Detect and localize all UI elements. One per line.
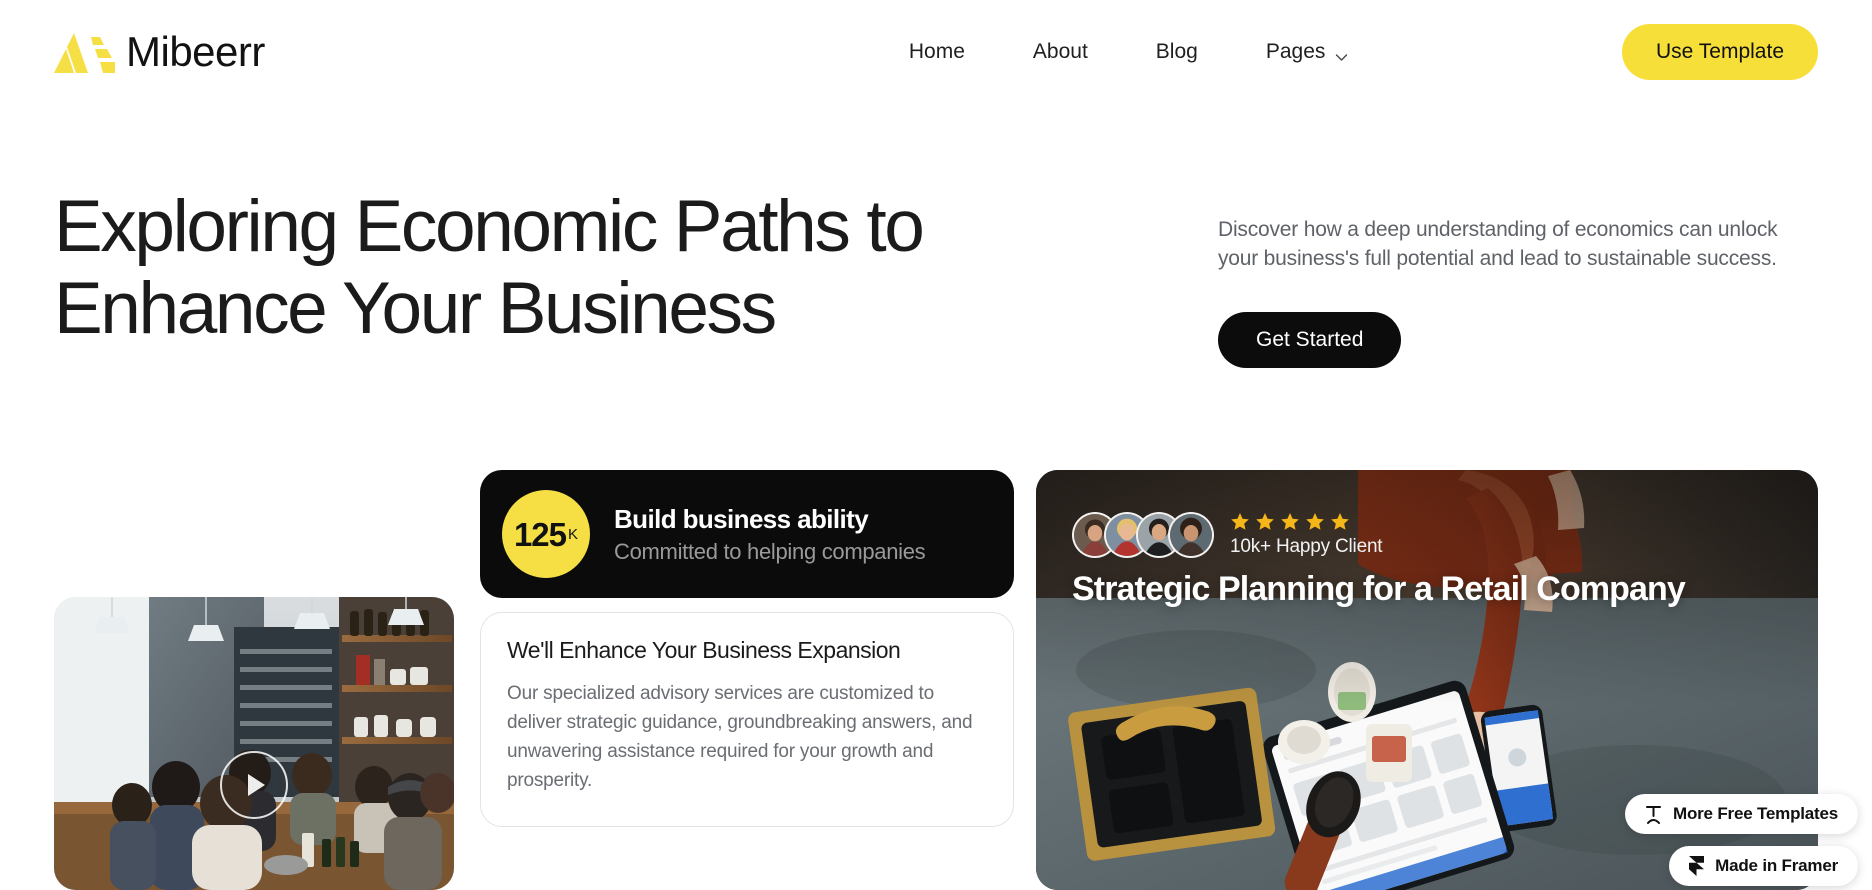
brand-name: Mibeerr [126,28,265,75]
happy-clients-label: 10k+ Happy Client [1230,536,1383,557]
hero-section: Exploring Economic Paths to Enhance Your… [0,186,1872,368]
main-nav: Home About Blog Pages [875,40,1383,64]
cafe-meeting-photo [54,597,454,890]
hero-aside: Discover how a deep understanding of eco… [1218,186,1818,368]
mibeerr-mountain-logo-icon [54,31,116,73]
avatar-group [1072,512,1214,558]
video-photo-card[interactable] [54,597,454,890]
star-rating [1230,512,1382,532]
framer-templates-icon [1645,805,1662,824]
star-icon [1255,512,1275,532]
get-started-button[interactable]: Get Started [1218,311,1402,368]
play-icon [248,773,265,796]
avatar [1168,512,1214,558]
nav-item-label: Pages [1265,40,1326,63]
play-button[interactable] [220,750,288,819]
stat-number: 125 [513,515,567,553]
stat-unit: K [568,525,579,543]
nav-item-blog[interactable]: Blog [1122,40,1232,64]
stat-title: Build business ability [614,503,869,534]
page-title: Exploring Economic Paths to Enhance Your… [54,186,925,349]
nav-item-label: Blog [1155,40,1198,63]
nav-item-label: Home [908,40,965,63]
chevron-down-icon [1335,46,1348,61]
stat-badge: 125 K [502,490,590,578]
stat-card: 125 K Build business ability Committed to… [480,470,1014,598]
middle-column: 125 K Build business ability Committed to… [480,470,1014,827]
star-icon [1230,512,1250,532]
made-in-framer-badge[interactable]: Made in Framer [1669,846,1858,886]
cards-section: 125 K Build business ability Committed to… [0,470,1872,890]
use-template-button[interactable]: Use Template [1621,24,1818,80]
feature-card-title: Strategic Planning for a Retail Company [1072,570,1686,608]
info-card: We'll Enhance Your Business Expansion Ou… [480,612,1014,827]
rating-text: 10k+ Happy Client [1230,512,1383,558]
nav-item-pages[interactable]: Pages [1232,40,1383,64]
star-icon [1330,512,1350,532]
site-header: Mibeerr Home About Blog Pages Use Templa… [0,0,1872,104]
nav-item-about[interactable]: About [999,40,1122,64]
nav-item-label: About [1032,40,1088,63]
badge-label: Made in Framer [1715,856,1838,875]
badge-label: More Free Templates [1673,804,1838,823]
more-free-templates-badge[interactable]: More Free Templates [1625,794,1858,834]
stat-text: Build business ability Committed to help… [614,503,926,566]
stat-description: Committed to helping companies [614,539,926,565]
star-icon [1305,512,1325,532]
rating-row: 10k+ Happy Client [1072,512,1383,558]
framer-logo-icon [1689,856,1705,876]
landing-page: Mibeerr Home About Blog Pages Use Templa… [0,0,1872,890]
info-card-title: We'll Enhance Your Business Expansion [507,637,901,663]
info-card-body: Our specialized advisory services are cu… [507,683,973,791]
brand-logo[interactable]: Mibeerr [54,31,265,73]
nav-item-home[interactable]: Home [875,40,999,64]
star-icon [1280,512,1300,532]
framer-badges: More Free Templates Made in Framer [1625,794,1858,886]
hero-subtitle: Discover how a deep understanding of eco… [1218,218,1778,270]
